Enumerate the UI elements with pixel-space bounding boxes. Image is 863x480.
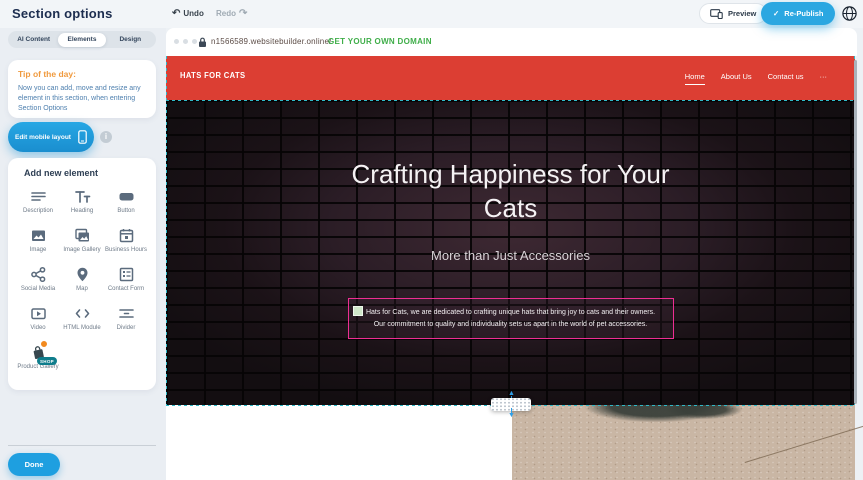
divider-icon xyxy=(118,305,135,322)
hero-section[interactable]: Crafting Happiness for Your Cats More th… xyxy=(166,100,855,405)
undo-icon: ↶ xyxy=(172,8,180,19)
html-module-icon xyxy=(74,305,91,322)
element-image-gallery[interactable]: Image Gallery xyxy=(60,223,104,260)
hero-subheading[interactable]: More than Just Accessories xyxy=(166,248,855,263)
editor-topbar: Section options ↶Undo Redo↷ Preview ✓ Re… xyxy=(0,0,863,28)
phone-icon xyxy=(78,130,87,144)
site-header[interactable]: HATS FOR CATS Home About Us Contact us ·… xyxy=(166,56,855,100)
video-icon xyxy=(30,305,47,322)
element-contact-form[interactable]: Contact Form xyxy=(104,262,148,299)
heading-icon xyxy=(74,188,91,205)
edit-mobile-layout-button[interactable]: Edit mobile layout xyxy=(8,122,94,152)
section-guide-top xyxy=(166,100,855,101)
preview-scrollbar[interactable] xyxy=(854,60,857,404)
add-element-title: Add new element xyxy=(24,168,148,178)
element-image[interactable]: Image xyxy=(16,223,60,260)
hero-heading[interactable]: Crafting Happiness for Your Cats xyxy=(166,158,855,226)
devices-icon xyxy=(710,9,723,19)
preview-label: Preview xyxy=(728,9,756,18)
section-tabs: AI Content Elements Design xyxy=(8,31,156,48)
element-video[interactable]: Video xyxy=(16,301,60,338)
new-badge-icon xyxy=(40,340,48,348)
site-preview: HATS FOR CATS Home About Us Contact us ·… xyxy=(166,56,855,480)
edit-mobile-label: Edit mobile layout xyxy=(15,134,71,141)
map-icon xyxy=(74,266,91,283)
carpet-photo xyxy=(512,405,855,480)
sidebar-divider xyxy=(8,445,156,446)
element-business-hours[interactable]: Business Hours xyxy=(104,223,148,260)
nav-about-us[interactable]: About Us xyxy=(721,72,752,84)
element-social-media[interactable]: Social Media xyxy=(16,262,60,299)
contact-form-icon xyxy=(118,266,135,283)
image-gallery-icon xyxy=(74,227,91,244)
element-heading[interactable]: Heading xyxy=(60,184,104,221)
undo-button[interactable]: ↶Undo xyxy=(172,8,204,19)
description-text: Hats for Cats, we are dedicated to craft… xyxy=(361,307,661,330)
element-grid: Description Heading Button Image Image G… xyxy=(16,184,148,377)
business-hours-icon xyxy=(118,227,135,244)
globe-icon[interactable] xyxy=(841,5,858,22)
button-icon xyxy=(118,188,135,205)
element-button[interactable]: Button xyxy=(104,184,148,221)
image-icon xyxy=(30,227,47,244)
browser-chrome: n1566589.websitebuilder.online/ GET YOUR… xyxy=(166,28,857,56)
window-dots-icon xyxy=(174,39,197,44)
preview-button[interactable]: Preview xyxy=(699,3,767,24)
page-title: Section options xyxy=(12,6,113,21)
shop-badge: SHOP xyxy=(37,357,57,365)
element-drag-handle[interactable] xyxy=(353,306,363,316)
done-button[interactable]: Done xyxy=(8,453,60,476)
republish-label: Re-Publish xyxy=(784,9,823,18)
resize-arrow-down-icon: ▼ xyxy=(508,412,515,419)
check-icon: ✓ xyxy=(773,9,779,18)
site-nav: Home About Us Contact us ··· xyxy=(685,56,827,100)
tip-body: Now you can add, move and resize any ele… xyxy=(18,84,146,114)
tip-title: Tip of the day: xyxy=(18,69,146,79)
tab-design[interactable]: Design xyxy=(106,33,154,47)
floor-seam-line xyxy=(745,424,863,463)
nav-more-icon[interactable]: ··· xyxy=(820,72,828,84)
section-guide-left xyxy=(166,56,167,405)
element-divider[interactable]: Divider xyxy=(104,301,148,338)
add-element-panel: Add new element Description Heading Butt… xyxy=(8,158,156,390)
nav-home[interactable]: Home xyxy=(685,72,705,85)
nav-contact-us[interactable]: Contact us xyxy=(768,72,804,84)
element-html-module[interactable]: HTML Module xyxy=(60,301,104,338)
redo-icon: ↷ xyxy=(239,8,247,19)
description-icon xyxy=(30,188,47,205)
element-description[interactable]: Description xyxy=(16,184,60,221)
social-media-icon xyxy=(30,266,47,283)
site-logo[interactable]: HATS FOR CATS xyxy=(180,71,245,80)
element-product-gallery[interactable]: SHOP Product Gallery xyxy=(16,340,60,377)
tip-card: Tip of the day: Now you can add, move an… xyxy=(8,60,156,118)
url-text[interactable]: n1566589.websitebuilder.online/ xyxy=(211,28,332,56)
sidebar: AI Content Elements Design Tip of the da… xyxy=(0,28,166,480)
redo-button[interactable]: Redo↷ xyxy=(216,8,247,19)
get-domain-link[interactable]: GET YOUR OWN DOMAIN xyxy=(328,28,432,56)
republish-button[interactable]: ✓ Re-Publish xyxy=(761,2,835,25)
description-textbox[interactable]: Hats for Cats, we are dedicated to craft… xyxy=(348,298,674,339)
tab-elements[interactable]: Elements xyxy=(58,33,106,47)
lock-icon xyxy=(198,37,207,48)
tab-ai-content[interactable]: AI Content xyxy=(10,33,58,47)
info-icon[interactable]: i xyxy=(100,131,112,143)
element-map[interactable]: Map xyxy=(60,262,104,299)
